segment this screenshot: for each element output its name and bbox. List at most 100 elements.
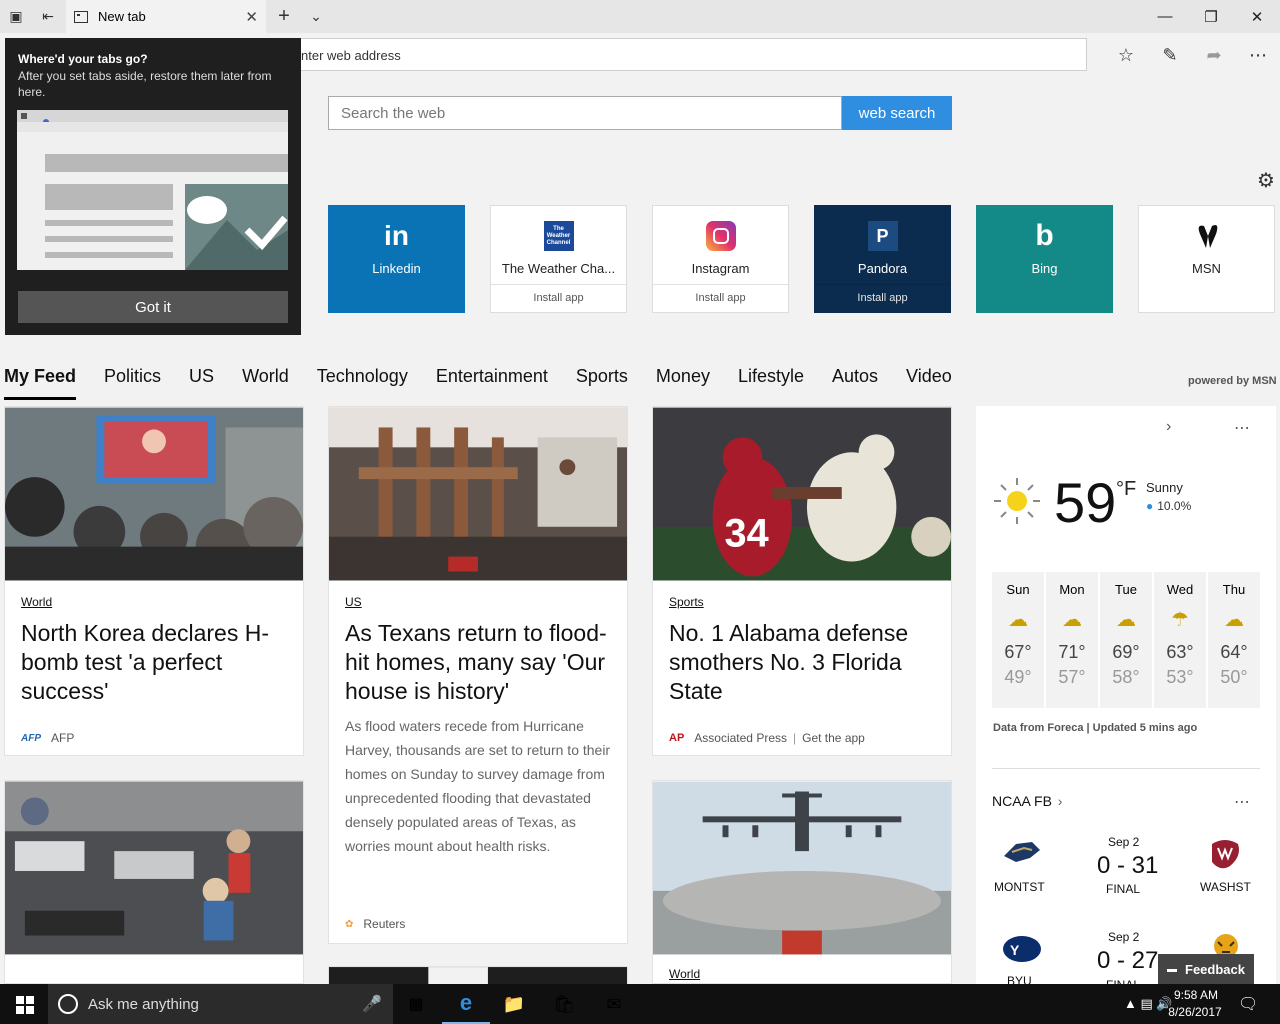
tabs-aside-icon[interactable]: ▣ [0,0,32,33]
clock-time[interactable]: 9:58 AM [1168,988,1224,1002]
card-category[interactable]: Sports [669,595,704,609]
more-icon[interactable]: ⋯ [1234,418,1250,438]
card-headline[interactable]: North Korea declares H-bomb test 'a perf… [21,619,287,706]
feed-tab-politics[interactable]: Politics [104,366,161,400]
store-icon[interactable]: 🛍 [540,984,588,1024]
chevron-right-icon: › [1057,793,1063,809]
temp-unit[interactable]: °F [1116,478,1136,501]
feed-tab-us[interactable]: US [189,366,214,400]
feed-nav: My Feed Politics US World Technology Entertai… [4,366,980,400]
svg-text:34: 34 [725,512,769,556]
file-explorer-icon[interactable]: 📁 [490,984,538,1024]
cortana-circle-icon [58,994,78,1014]
windows-start-icon[interactable] [16,996,34,1014]
reuters-icon: ✿ [345,918,354,930]
feed-tab-video[interactable]: Video [906,366,952,400]
restore-button[interactable]: ❐ [1188,0,1234,33]
high-temp: 67° [1004,642,1032,662]
partly-sunny-icon: ☁ [1224,609,1244,631]
close-window-button[interactable]: ✕ [1234,0,1280,33]
tab-new[interactable]: New tab ✕ [66,0,266,33]
install-app-link[interactable]: Install app [653,284,788,304]
cortana-search[interactable]: Ask me anything [48,984,393,1024]
task-view-icon[interactable]: ▩ [392,984,440,1024]
feed-tab-lifestyle[interactable]: Lifestyle [738,366,804,400]
feed-tab-entertainment[interactable]: Entertainment [436,366,548,400]
address-bar[interactable]: nter web address [290,38,1087,71]
forecast-day[interactable]: Thu ☁ 64° 50° [1208,572,1260,708]
feed-tab-autos[interactable]: Autos [832,366,878,400]
install-app-link[interactable]: Install app [815,284,950,304]
got-it-button[interactable]: Got it [18,291,288,323]
news-card[interactable]: US As Texans return to flood-hit homes, … [328,406,628,944]
news-card[interactable] [4,780,304,984]
forecast-day[interactable]: Wed ☂ 63° 53° [1154,572,1206,708]
favorites-icon[interactable]: ☆ [1108,40,1144,70]
forecast-day[interactable]: Mon ☁ 71° 57° [1046,572,1098,708]
tile-linkedin[interactable]: in Linkedin [328,205,465,313]
day-name: Mon [1059,582,1085,597]
sun-icon [994,478,1040,524]
team-name: WASHST [1200,880,1251,894]
sports-title[interactable]: NCAA FB › [992,793,1062,809]
install-app-link[interactable]: Install app [491,284,626,304]
clock-date[interactable]: 8/26/2017 [1164,1005,1226,1019]
team-name: BYU [1007,974,1032,984]
get-app-link[interactable]: Get the app [802,731,865,745]
new-tab-icon[interactable]: + [268,0,300,33]
forecast-day[interactable]: Sun ☁ 67° 49° [992,572,1044,708]
rain-cloud-icon: ☂ [1171,609,1189,631]
feed-tab-technology[interactable]: Technology [317,366,408,400]
tile-the-weather-cha[interactable]: The Weather Channel The Weather Cha... Ins… [490,205,627,313]
tooltip-illustration [17,110,288,270]
microphone-icon[interactable]: 🎤 [348,984,396,1024]
news-card[interactable]: 34 Sports No. 1 Alabama defense smothers… [652,406,952,756]
notes-pen-icon[interactable]: ✎ [1152,40,1188,70]
more-icon[interactable]: ⋯ [1240,40,1276,70]
card-headline[interactable]: As Texans return to flood-hit homes, man… [345,619,611,706]
minimize-button[interactable]: — [1142,0,1188,33]
feed-tab-my-feed[interactable]: My Feed [4,366,77,400]
feedback-button[interactable]: ▬ Feedback [1158,954,1254,984]
tile-pandora[interactable]: P Pandora Install app [814,205,951,313]
card-category[interactable]: World [669,967,700,981]
tile-label: Linkedin [372,261,421,276]
web-search-button[interactable]: web search [842,96,952,130]
close-tab-icon[interactable]: ✕ [245,8,258,26]
forecast-day[interactable]: Tue ☁ 69° 58° [1100,572,1152,708]
news-card[interactable]: World North Korea declares H-bomb test '… [4,406,304,756]
tile-msn[interactable]: MSN [1138,205,1275,313]
news-card[interactable]: World [652,780,952,984]
news-card[interactable] [328,966,628,985]
game-score: 0 - 31 [1097,852,1159,879]
day-name: Sun [1006,582,1030,597]
search-input[interactable]: Search the web [328,96,842,130]
card-headline[interactable]: No. 1 Alabama defense smothers No. 3 Flo… [669,619,935,706]
card-category[interactable]: US [345,595,362,609]
action-center-icon[interactable]: 🗨 [1238,994,1258,1014]
gear-icon[interactable]: ⚙ [1254,168,1278,192]
drop-icon: ● [1146,499,1154,513]
tile-bing[interactable]: b Bing [976,205,1113,313]
low-temp: 50° [1220,667,1248,687]
feed-tab-world[interactable]: World [242,366,289,400]
precip: ● 10.0% [1146,499,1192,513]
edge-icon[interactable]: e [442,984,490,1024]
washington-state-logo [1212,840,1239,869]
tile-instagram[interactable]: Instagram Install app [652,205,789,313]
card-category[interactable]: World [21,595,52,609]
news-image [329,407,627,581]
msn-butterfly-icon [1192,221,1222,251]
mail-icon[interactable]: ✉ [590,984,638,1024]
separator: | [793,731,797,745]
game-score: 0 - 27 [1097,947,1159,974]
feed-tab-sports[interactable]: Sports [576,366,628,400]
restore-tabs-icon[interactable]: ⇤ [32,0,64,33]
share-icon[interactable]: ➦ [1196,40,1232,70]
feed-tab-money[interactable]: Money [656,366,710,400]
chevron-down-icon[interactable]: ⌄ [300,0,332,33]
high-temp: 64° [1220,642,1248,662]
chevron-right-icon[interactable]: › [1166,418,1171,436]
more-icon[interactable]: ⋯ [1234,792,1250,812]
tile-label: MSN [1192,261,1221,276]
